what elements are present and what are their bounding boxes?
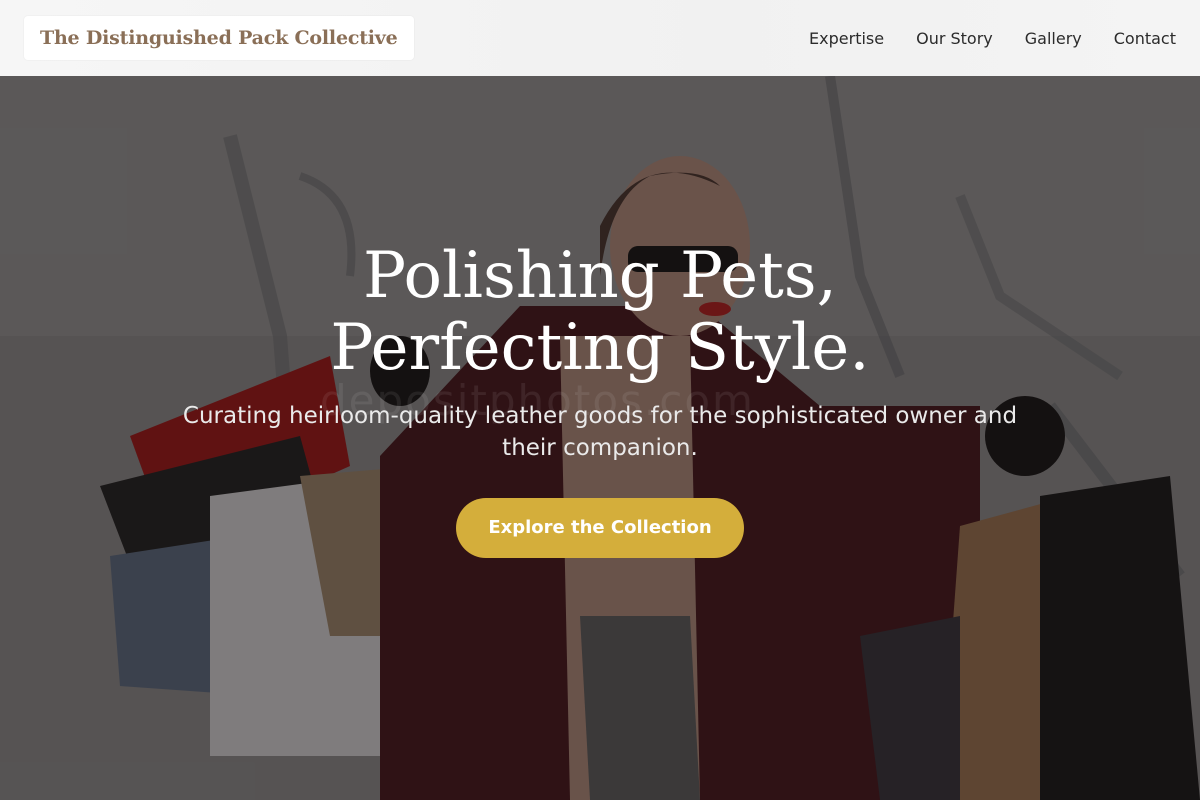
site-header: The Distinguished Pack Collective Expert… — [0, 0, 1200, 76]
explore-collection-button[interactable]: Explore the Collection — [456, 498, 744, 558]
nav-link-our-story[interactable]: Our Story — [916, 29, 993, 48]
hero-content: Polishing Pets, Perfecting Style. Curati… — [150, 240, 1050, 558]
nav-link-gallery[interactable]: Gallery — [1025, 29, 1082, 48]
brand-logo[interactable]: The Distinguished Pack Collective — [24, 16, 414, 60]
hero-section: depositphotos.com Polishing Pets, Perfec… — [0, 76, 1200, 800]
main-nav: Expertise Our Story Gallery Contact — [809, 29, 1176, 48]
hero-title: Polishing Pets, Perfecting Style. — [330, 239, 870, 385]
nav-link-contact[interactable]: Contact — [1114, 29, 1176, 48]
nav-link-expertise[interactable]: Expertise — [809, 29, 884, 48]
hero-subtitle: Curating heirloom-quality leather goods … — [182, 403, 1018, 461]
